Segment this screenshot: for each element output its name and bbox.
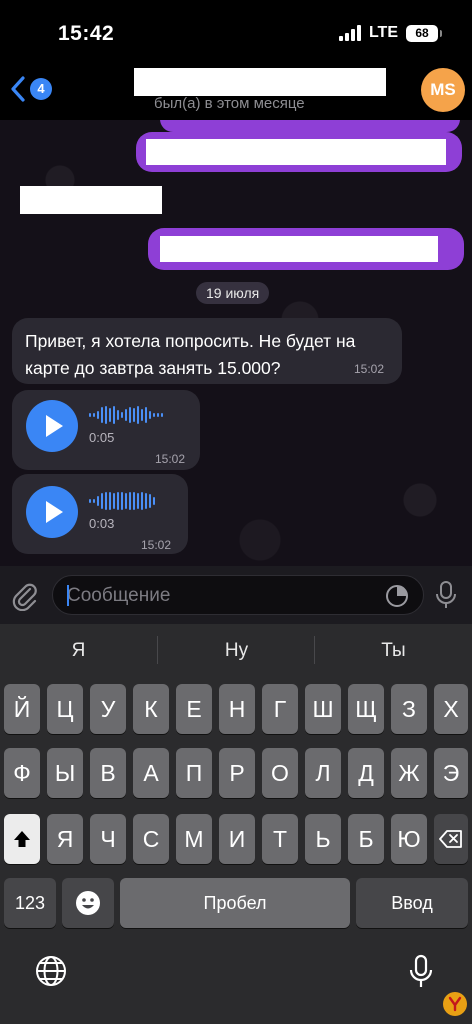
globe-icon[interactable] <box>34 954 68 988</box>
voice-waveform[interactable] <box>89 404 163 426</box>
key[interactable]: Д <box>348 748 384 798</box>
key[interactable]: Р <box>219 748 255 798</box>
shift-icon <box>14 831 30 847</box>
key[interactable]: Щ <box>348 684 384 734</box>
key[interactable]: В <box>90 748 126 798</box>
dictation-microphone-icon[interactable] <box>408 954 434 990</box>
key[interactable]: У <box>90 684 126 734</box>
watermark-logo <box>443 992 467 1016</box>
key[interactable]: Л <box>305 748 341 798</box>
paperclip-icon[interactable] <box>10 581 40 611</box>
avatar[interactable]: MS <box>421 68 465 112</box>
sticker-icon[interactable] <box>385 584 409 608</box>
chevron-left-icon <box>11 76 25 102</box>
key[interactable]: Б <box>348 814 384 864</box>
last-seen-status: был(а) в этом месяце <box>154 95 305 112</box>
incoming-voice-message[interactable]: 0:05 15:02 <box>12 390 200 470</box>
back-button[interactable]: 4 <box>10 76 52 102</box>
key[interactable]: Ч <box>90 814 126 864</box>
message-time: 15:02 <box>141 538 172 552</box>
contact-name-redacted[interactable] <box>134 68 386 96</box>
chat-header: 4 был(а) в этом месяце MS <box>0 62 472 120</box>
key[interactable]: А <box>133 748 169 798</box>
suggestion-item[interactable]: Я <box>0 640 157 662</box>
play-button[interactable] <box>26 400 78 452</box>
key[interactable]: Г <box>262 684 298 734</box>
play-button[interactable] <box>26 486 78 538</box>
key[interactable]: Н <box>219 684 255 734</box>
backspace-key[interactable] <box>434 814 468 864</box>
battery-icon: 68 <box>406 24 442 42</box>
suggestion-item[interactable]: Ну <box>158 640 315 662</box>
incoming-text-message[interactable]: Привет, я хотела попросить. Не будет на … <box>12 318 402 384</box>
unread-count-badge: 4 <box>30 78 52 100</box>
key[interactable]: М <box>176 814 212 864</box>
message-time: 15:02 <box>155 452 186 466</box>
shift-key[interactable] <box>4 814 40 864</box>
key[interactable]: Х <box>434 684 468 734</box>
numbers-key[interactable]: 123 <box>4 878 56 928</box>
key[interactable]: Й <box>4 684 40 734</box>
emoji-icon <box>76 891 100 915</box>
return-key[interactable]: Ввод <box>356 878 468 928</box>
chat-area[interactable]: 19 июля Привет, я хотела попросить. Не б… <box>0 120 472 566</box>
key[interactable]: Ф <box>4 748 40 798</box>
key[interactable]: Ц <box>47 684 83 734</box>
key[interactable]: Т <box>262 814 298 864</box>
key[interactable]: О <box>262 748 298 798</box>
text-cursor <box>67 585 69 606</box>
key[interactable]: К <box>133 684 169 734</box>
suggestion-bar: Я Ну Ты <box>0 624 472 676</box>
clock: 15:42 <box>58 22 115 45</box>
outgoing-message[interactable] <box>160 120 460 132</box>
message-input-bar: Сообщение <box>0 566 472 624</box>
voice-duration: 0:05 <box>89 430 115 445</box>
key[interactable]: Э <box>434 748 468 798</box>
emoji-key[interactable] <box>62 878 114 928</box>
logo-glyph <box>448 996 462 1012</box>
input-placeholder: Сообщение <box>67 585 171 606</box>
redacted-text <box>146 139 446 165</box>
outgoing-message[interactable] <box>148 228 464 270</box>
voice-waveform[interactable] <box>89 490 155 512</box>
key[interactable]: Ь <box>305 814 341 864</box>
message-text: Привет, я хотела попросить. Не будет на … <box>25 331 356 378</box>
key[interactable]: С <box>133 814 169 864</box>
status-indicators: LTE 68 <box>338 24 442 42</box>
key[interactable]: Ш <box>305 684 341 734</box>
space-key[interactable]: Пробел <box>120 878 350 928</box>
status-bar: 15:42 LTE 68 <box>0 0 472 62</box>
voice-duration: 0:03 <box>89 516 115 531</box>
date-separator: 19 июля <box>196 282 270 304</box>
network-type: LTE <box>368 24 398 41</box>
key[interactable]: Ы <box>47 748 83 798</box>
key[interactable]: П <box>176 748 212 798</box>
incoming-voice-message[interactable]: 0:03 15:02 <box>12 474 188 554</box>
keyboard: Я Ну Ты Й Ц У К Е Н Г Ш Щ З Х Ф Ы В А П … <box>0 624 472 1024</box>
message-time: 15:02 <box>354 362 385 376</box>
incoming-message-redacted[interactable] <box>20 186 162 214</box>
key[interactable]: И <box>219 814 255 864</box>
key[interactable]: З <box>391 684 427 734</box>
key[interactable]: Е <box>176 684 212 734</box>
microphone-icon[interactable] <box>434 580 458 610</box>
redacted-text <box>160 236 438 262</box>
backspace-icon <box>439 830 462 848</box>
key[interactable]: Ю <box>391 814 427 864</box>
outgoing-message[interactable] <box>136 132 462 172</box>
key[interactable]: Ж <box>391 748 427 798</box>
suggestion-item[interactable]: Ты <box>315 640 472 662</box>
message-input[interactable]: Сообщение <box>52 575 424 615</box>
signal-icon <box>338 25 361 41</box>
key[interactable]: Я <box>47 814 83 864</box>
